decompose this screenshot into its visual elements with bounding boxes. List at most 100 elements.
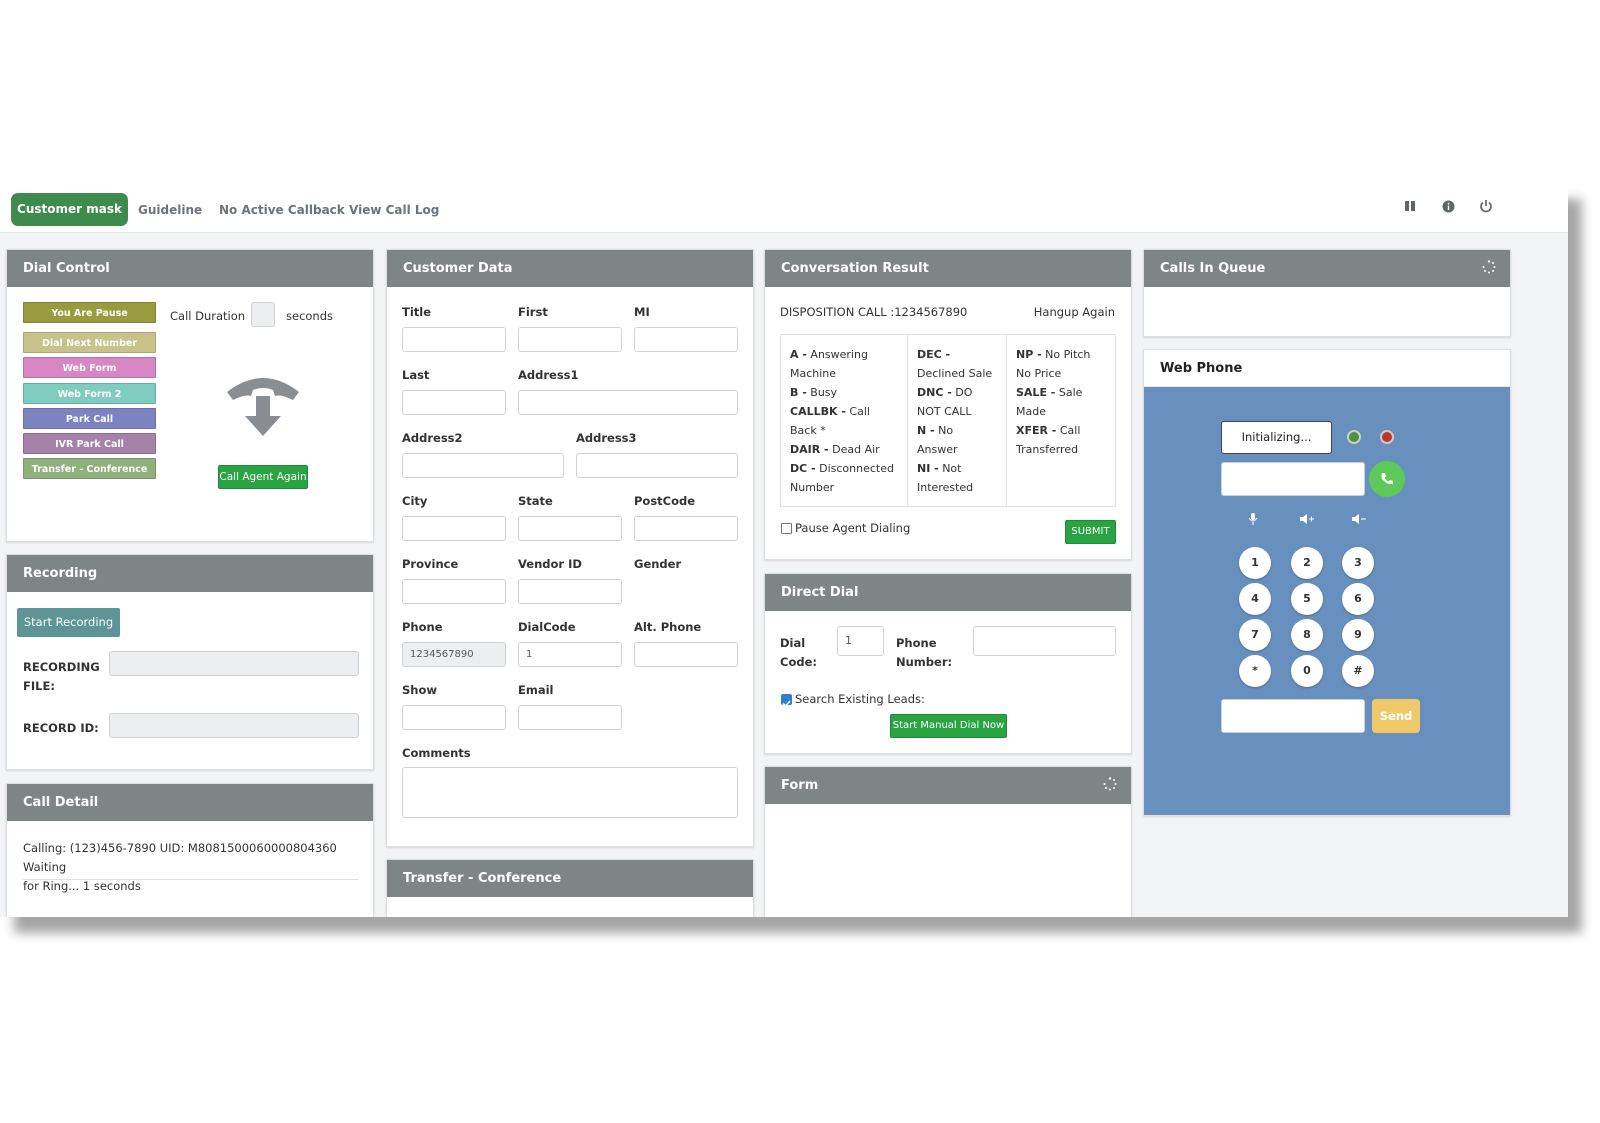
show-label: Show — [402, 683, 437, 697]
disposition-option[interactable]: DEC - Declined Sale — [917, 345, 997, 383]
disposition-column: DEC - Declined Sale DNC - DO NOT CALL N - … — [907, 335, 1006, 506]
disposition-option[interactable]: NP - No Pitch No Price — [1016, 345, 1108, 383]
keypad-key-8[interactable]: 8 — [1291, 619, 1323, 651]
disposition-option[interactable]: DC - Disconnected Number — [790, 459, 898, 497]
dialcode-input[interactable]: 1 — [518, 642, 622, 667]
disposition-option[interactable]: SALE - Sale Made — [1016, 383, 1108, 421]
address1-input[interactable] — [518, 390, 738, 415]
start-manual-dial-button[interactable]: Start Manual Dial Now — [890, 714, 1007, 738]
hangup-again-link[interactable]: Hangup Again — [1034, 305, 1115, 319]
seconds-label: seconds — [286, 309, 334, 323]
tab-guideline[interactable]: Guideline — [138, 203, 202, 217]
dial-control-button-transfer-conference[interactable]: Transfer - Conference — [23, 458, 156, 479]
disposition-code: CALLBK - — [790, 405, 846, 418]
dial-control-button-web-form-2[interactable]: Web Form 2 — [23, 383, 156, 404]
show-input[interactable] — [402, 705, 506, 730]
tab-view-call-log[interactable]: View Call Log — [349, 203, 439, 217]
dial-control-title: Dial Control — [7, 250, 373, 287]
conversation-result-title: Conversation Result — [765, 250, 1131, 287]
pause-agent-checkbox[interactable] — [781, 523, 792, 534]
disposition-codes-table: A - Answering Machine B - Busy CALLBK - Ca… — [780, 334, 1116, 507]
volume-down-icon[interactable] — [1351, 511, 1367, 525]
keypad-key-2[interactable]: 2 — [1291, 547, 1323, 579]
comments-textarea[interactable] — [402, 767, 738, 818]
top-navigation: Customer mask Guideline No Active Callba… — [0, 183, 1568, 233]
dial-code-input[interactable]: 1 — [837, 626, 884, 656]
dial-control-button-dial-next-number[interactable]: Dial Next Number — [23, 332, 156, 353]
title-input[interactable] — [402, 327, 506, 352]
disposition-option[interactable]: B - Busy — [790, 383, 898, 402]
volume-up-icon[interactable] — [1299, 511, 1315, 525]
keypad-key-5[interactable]: 5 — [1291, 583, 1323, 615]
keypad-key-star[interactable]: * — [1239, 655, 1271, 687]
comments-label: Comments — [402, 746, 471, 760]
transfer-conference-title: Transfer - Conference — [387, 860, 753, 897]
disposition-call-text: DISPOSITION CALL :1234567890 — [780, 305, 968, 319]
call-agent-again-button[interactable]: Call Agent Again — [218, 465, 308, 489]
tab-customer-mask[interactable]: Customer mask — [11, 193, 128, 226]
dial-control-button-park-call[interactable]: Park Call — [23, 408, 156, 429]
phone-number-input[interactable] — [973, 626, 1116, 656]
direct-dial-panel: Direct Dial Dial Code: 1 Phone Number: S… — [764, 573, 1132, 754]
call-button[interactable] — [1369, 461, 1405, 497]
search-existing-checkbox[interactable] — [781, 694, 792, 708]
web-phone-panel: Web Phone Initializing... 1 2 3 4 5 6 7 8 9 * 0 # S… — [1143, 349, 1511, 816]
dial-number-input[interactable] — [1221, 462, 1365, 496]
disposition-column: NP - No Pitch No Price SALE - Sale Made XF… — [1006, 335, 1117, 506]
dial-control-button-you-are-pause[interactable]: You Are Pause — [23, 302, 156, 323]
power-icon[interactable] — [1477, 197, 1495, 215]
city-input[interactable] — [402, 516, 506, 541]
recording-file-field — [109, 651, 359, 676]
web-phone-body: Initializing... 1 2 3 4 5 6 7 8 9 * 0 # Send — [1144, 387, 1510, 815]
dial-control-button-web-form[interactable]: Web Form — [23, 357, 156, 378]
form-panel: Form — [764, 766, 1132, 917]
keypad-key-0[interactable]: 0 — [1291, 655, 1323, 687]
disposition-option[interactable]: NI - Not Interested — [917, 459, 997, 497]
form-title: Form — [765, 767, 1131, 804]
microphone-icon[interactable] — [1247, 511, 1259, 525]
keypad-key-1[interactable]: 1 — [1239, 547, 1271, 579]
keypad-key-6[interactable]: 6 — [1342, 583, 1374, 615]
send-button[interactable]: Send — [1372, 699, 1420, 733]
start-recording-button[interactable]: Start Recording — [17, 608, 120, 637]
pause-icon[interactable] — [1401, 197, 1419, 215]
tab-no-active-callback[interactable]: No Active Callback — [219, 203, 345, 217]
disposition-option[interactable]: XFER - Call Transferred — [1016, 421, 1108, 459]
first-input[interactable] — [518, 327, 622, 352]
dtmf-input[interactable] — [1221, 699, 1365, 733]
disposition-option[interactable]: DNC - DO NOT CALL — [917, 383, 997, 421]
dial-control-button-ivr-park-call[interactable]: IVR Park Call — [23, 433, 156, 454]
mi-input[interactable] — [634, 327, 738, 352]
disposition-code: XFER - — [1016, 424, 1057, 437]
province-input[interactable] — [402, 579, 506, 604]
form-title-text: Form — [781, 778, 819, 793]
call-duration-label: Call Duration — [170, 309, 246, 323]
alt-phone-input[interactable] — [634, 642, 738, 667]
disposition-option[interactable]: A - Answering Machine — [790, 345, 898, 383]
keypad-key-hash[interactable]: # — [1342, 655, 1374, 687]
state-input[interactable] — [518, 516, 622, 541]
vendor-id-input[interactable] — [518, 579, 622, 604]
address2-input[interactable] — [402, 453, 564, 478]
mi-label: MI — [634, 305, 650, 319]
divider — [23, 879, 359, 880]
address3-input[interactable] — [576, 453, 738, 478]
customer-data-title: Customer Data — [387, 250, 753, 287]
keypad-key-3[interactable]: 3 — [1342, 547, 1374, 579]
web-phone-title: Web Phone — [1144, 350, 1510, 387]
disposition-option[interactable]: N - No Answer — [917, 421, 997, 459]
disposition-option[interactable]: CALLBK - Call Back * — [790, 402, 898, 440]
phone-icon — [1381, 473, 1393, 485]
disposition-code: A - — [790, 348, 807, 361]
keypad-key-9[interactable]: 9 — [1342, 619, 1374, 651]
submit-button[interactable]: SUBMIT — [1065, 520, 1116, 544]
email-input[interactable] — [518, 705, 622, 730]
disposition-option[interactable]: DAIR - Dead Air — [790, 440, 898, 459]
keypad-key-4[interactable]: 4 — [1239, 583, 1271, 615]
postcode-input[interactable] — [634, 516, 738, 541]
email-label: Email — [518, 683, 554, 697]
last-input[interactable] — [402, 390, 506, 415]
state-label: State — [518, 494, 553, 508]
info-icon[interactable] — [1439, 197, 1457, 215]
keypad-key-7[interactable]: 7 — [1239, 619, 1271, 651]
